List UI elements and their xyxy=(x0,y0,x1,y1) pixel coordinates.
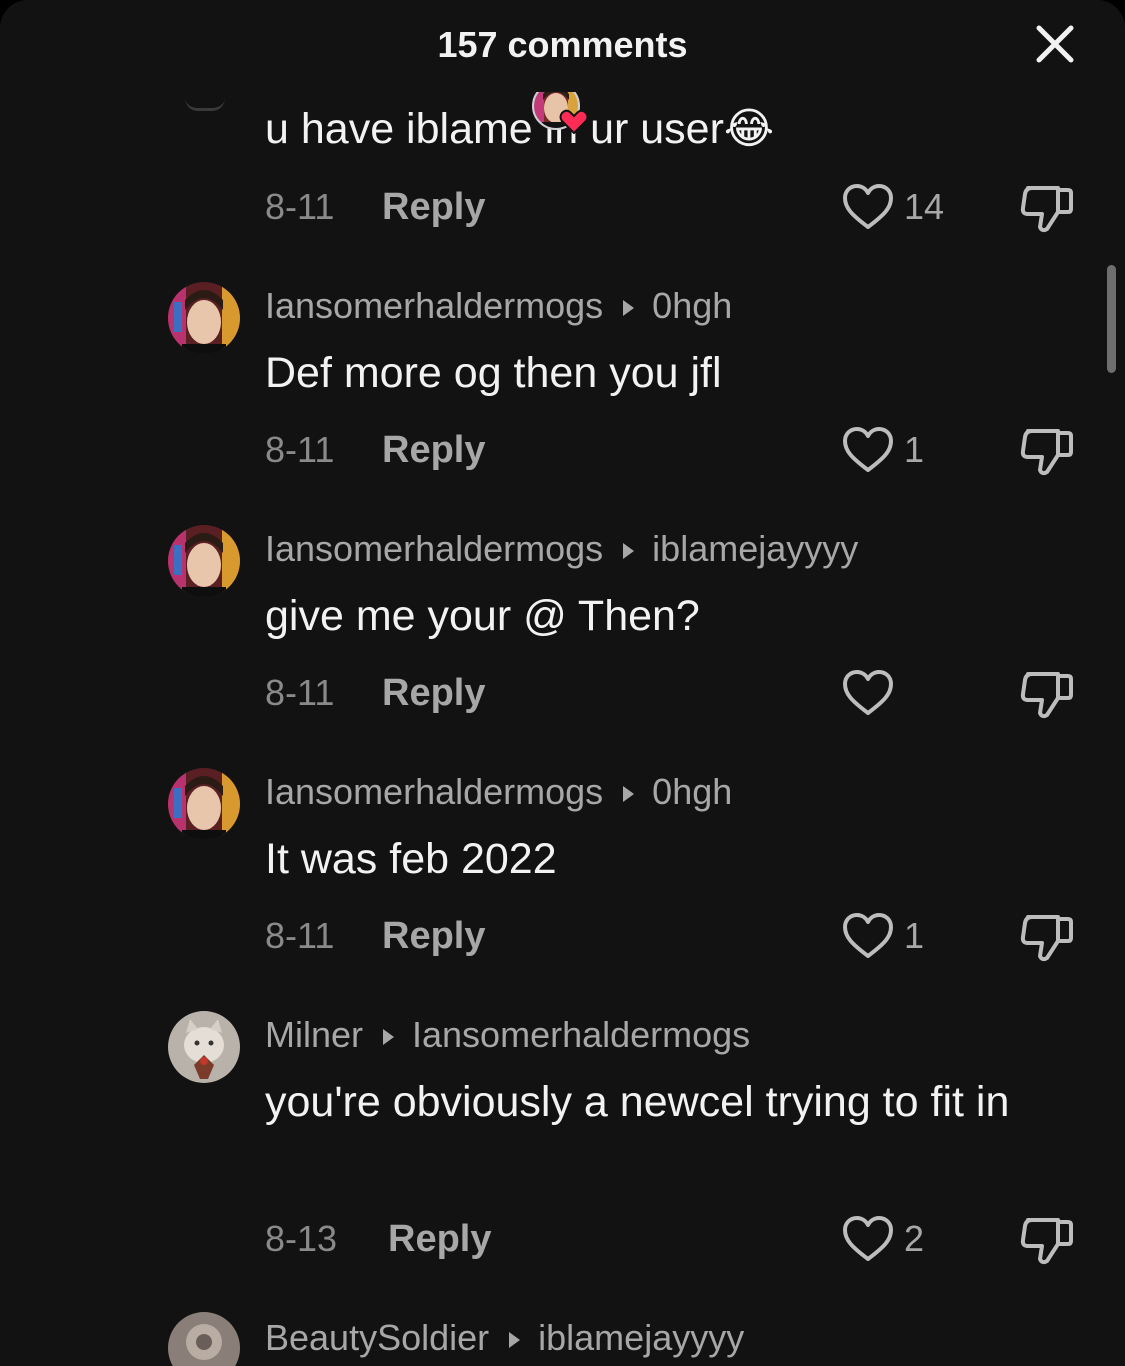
like-count: 2 xyxy=(904,1218,925,1259)
reply-button[interactable]: Reply xyxy=(382,185,485,229)
comment-user-line: Iansomerhaldermogs iblamejayyyy xyxy=(265,527,858,571)
like-button[interactable] xyxy=(840,425,896,475)
reply-to-username[interactable]: iblamejayyyy xyxy=(652,528,858,569)
thumbs-down-icon xyxy=(1020,672,1073,719)
comments-sheet: 157 comments u have iblame in ur user😂 8… xyxy=(0,0,1125,1366)
avatar[interactable] xyxy=(168,1312,240,1366)
like-button[interactable] xyxy=(840,668,896,718)
play-triangle-icon xyxy=(623,300,635,317)
comment-text: give me your @ Then? xyxy=(265,592,700,640)
user-avatar-image xyxy=(168,282,240,354)
comment-text: u have iblame in ur user😂 xyxy=(265,105,775,153)
like-button[interactable] xyxy=(840,1214,896,1264)
comments-count-title: 157 comments xyxy=(437,24,688,65)
comments-header: 157 comments xyxy=(0,0,1125,92)
comment-username[interactable]: Milner xyxy=(265,1014,363,1055)
heart-outline-icon xyxy=(843,427,893,472)
dislike-button[interactable] xyxy=(1018,668,1076,720)
like-count: 1 xyxy=(904,429,925,470)
like-count: 14 xyxy=(904,186,945,227)
reply-to-username[interactable]: iblamejayyyy xyxy=(538,1317,744,1358)
reply-button[interactable]: Reply xyxy=(382,914,485,958)
comment-user-line: Iansomerhaldermogs 0hgh xyxy=(265,284,732,328)
avatar[interactable] xyxy=(185,98,225,111)
comment-date: 8-11 xyxy=(265,672,335,713)
close-button[interactable] xyxy=(1033,22,1077,66)
reply-to-username[interactable]: 0hgh xyxy=(652,285,732,326)
user-avatar-image xyxy=(168,1011,240,1083)
comment-username[interactable]: Iansomerhaldermogs xyxy=(265,771,603,812)
comment-user-line: BeautySoldier iblamejayyyy xyxy=(265,1316,744,1360)
comment-username[interactable]: BeautySoldier xyxy=(265,1317,489,1358)
reply-button[interactable]: Reply xyxy=(388,1217,491,1261)
thumbs-down-icon xyxy=(1020,429,1073,476)
thumbs-down-icon xyxy=(1020,915,1073,962)
user-avatar-image xyxy=(168,768,240,840)
avatar[interactable] xyxy=(168,1011,240,1083)
like-count: 1 xyxy=(904,915,925,956)
comment-date: 8-11 xyxy=(265,915,335,956)
comment-date: 8-13 xyxy=(265,1218,338,1259)
play-triangle-icon xyxy=(509,1332,521,1349)
heart-outline-icon xyxy=(843,184,893,229)
dislike-button[interactable] xyxy=(1018,182,1076,234)
heart-outline-icon xyxy=(843,913,893,958)
dislike-button[interactable] xyxy=(1018,425,1076,477)
comment-text: you're obviously a newcel trying to fit … xyxy=(265,1078,1010,1126)
avatar[interactable] xyxy=(168,768,240,840)
reply-to-username[interactable]: 0hgh xyxy=(652,771,732,812)
comment-date: 8-11 xyxy=(265,186,335,227)
comment-user-line: Milner Iansomerhaldermogs xyxy=(265,1013,750,1057)
heart-outline-icon xyxy=(843,1216,893,1261)
avatar[interactable] xyxy=(168,525,240,597)
user-avatar-image xyxy=(168,1312,240,1366)
play-triangle-icon xyxy=(623,543,635,560)
comment-user-line: Iansomerhaldermogs 0hgh xyxy=(265,770,732,814)
dislike-button[interactable] xyxy=(1018,911,1076,963)
comment-text: It was feb 2022 xyxy=(265,835,557,883)
scrollbar-thumb[interactable] xyxy=(1107,265,1116,373)
play-triangle-icon xyxy=(383,1029,395,1046)
thumbs-down-icon xyxy=(1020,186,1073,233)
comment-username[interactable]: Iansomerhaldermogs xyxy=(265,528,603,569)
reply-to-username[interactable]: Iansomerhaldermogs xyxy=(412,1014,750,1055)
like-button[interactable] xyxy=(840,182,896,232)
comment-username[interactable]: Iansomerhaldermogs xyxy=(265,285,603,326)
reply-button[interactable]: Reply xyxy=(382,671,485,715)
user-avatar-image xyxy=(168,525,240,597)
play-triangle-icon xyxy=(623,786,635,803)
dislike-button[interactable] xyxy=(1018,1214,1076,1266)
thumbs-down-icon xyxy=(1020,1218,1073,1265)
like-button[interactable] xyxy=(840,911,896,961)
reply-button[interactable]: Reply xyxy=(382,428,485,472)
close-icon xyxy=(1036,25,1074,63)
comment-text: Def more og then you jfl xyxy=(265,349,722,397)
avatar[interactable] xyxy=(168,282,240,354)
comment-date: 8-11 xyxy=(265,429,335,470)
heart-outline-icon xyxy=(843,670,893,715)
